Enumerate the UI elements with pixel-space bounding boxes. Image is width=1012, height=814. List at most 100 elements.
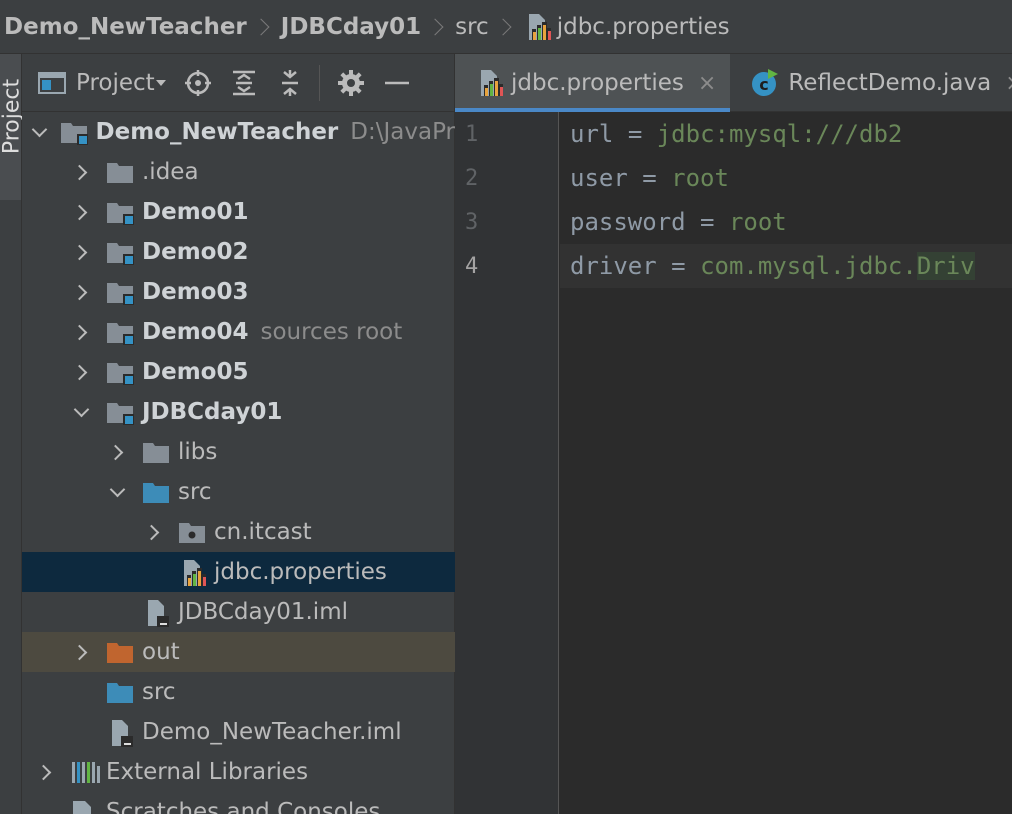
iml-file-icon [142, 599, 170, 627]
breadcrumb-item[interactable]: jdbc.properties [523, 13, 730, 41]
tree-hint: D:\JavaPr [350, 119, 455, 145]
tree-row[interactable]: libs [22, 432, 455, 472]
chevron-down-icon[interactable] [34, 121, 46, 143]
code-area[interactable]: url = jdbc:mysql:///db2 user = root passwo… [560, 112, 1012, 288]
tree-label: JDBCday01 [142, 399, 283, 425]
tree-row[interactable]: JDBCday01.iml [22, 592, 455, 632]
property-separator: = [671, 252, 686, 280]
tree-label: Demo03 [142, 279, 249, 305]
folder-icon [106, 159, 134, 185]
module-folder-icon [106, 359, 134, 385]
tree-label: Demo01 [142, 199, 249, 225]
module-folder-icon [106, 399, 134, 425]
line-number: 4 [465, 253, 479, 279]
tree-row[interactable]: out [22, 632, 455, 672]
tree-row[interactable]: Demo04 sources root [22, 312, 455, 352]
expand-all-icon[interactable] [229, 68, 259, 98]
code-line[interactable]: driver = com.mysql.jdbc. Driv [560, 244, 1012, 288]
tree-row[interactable]: src [22, 672, 455, 712]
close-icon[interactable]: × [698, 71, 716, 96]
tree-row[interactable]: JDBCday01 [22, 392, 455, 432]
chevron-right-icon[interactable] [34, 761, 56, 783]
breadcrumb-label: src [455, 13, 489, 40]
tree-row[interactable]: External Libraries [22, 752, 455, 792]
close-icon[interactable]: × [1005, 71, 1012, 96]
chevron-down-icon[interactable] [70, 401, 92, 423]
tree-row[interactable]: src [22, 472, 455, 512]
minimize-icon[interactable] [382, 68, 412, 98]
breadcrumb-separator-icon [426, 18, 444, 35]
properties-file-icon [178, 559, 206, 586]
source-folder-icon [142, 479, 170, 505]
property-separator: = [700, 208, 715, 236]
gear-icon[interactable] [336, 68, 366, 98]
breadcrumb: Demo_NewTeacher JDBCday01 src jdbc.properti… [0, 0, 1012, 54]
svg-text:c: c [760, 75, 769, 94]
tree-label: .idea [142, 159, 199, 185]
chevron-right-icon[interactable] [70, 281, 92, 303]
breadcrumb-item[interactable]: JDBCday01 [281, 14, 421, 40]
property-value: root [728, 208, 787, 236]
tree-label: Demo_NewTeacher [95, 119, 339, 145]
chevron-down-icon[interactable] [106, 481, 128, 503]
tree-label: out [142, 639, 180, 665]
editor-tab[interactable]: c ReflectDemo.java × [730, 54, 1012, 112]
chevron-right-icon[interactable] [70, 201, 92, 223]
breadcrumb-separator-icon [252, 18, 270, 35]
project-stripe-label: Project [0, 78, 25, 155]
package-icon [178, 519, 206, 545]
tree-hint: sources root [260, 319, 403, 345]
tree-label: Demo04 [142, 319, 249, 345]
chevron-right-icon[interactable] [70, 361, 92, 383]
editor-tab[interactable]: jdbc.properties × [455, 54, 731, 112]
tree-label: src [178, 479, 212, 505]
tree-row[interactable]: Demo05 [22, 352, 455, 392]
breadcrumb-label: JDBCday01 [280, 13, 422, 40]
tree-label: JDBCday01.iml [178, 599, 348, 625]
code-line[interactable]: url = jdbc:mysql:///db2 [560, 112, 1012, 156]
tree-row[interactable]: Demo01 [22, 192, 455, 232]
property-value: root [671, 164, 729, 192]
chevron-right-icon[interactable] [70, 641, 92, 663]
chevron-right-icon[interactable] [106, 441, 128, 463]
tree-row[interactable]: Demo02 [22, 232, 455, 272]
locate-file-icon[interactable] [183, 68, 213, 98]
chevron-right-icon[interactable] [142, 521, 164, 543]
tree-row[interactable]: cn.itcast [22, 512, 455, 552]
tree-row[interactable]: Demo03 [22, 272, 455, 312]
line-number: 1 [465, 121, 479, 147]
chevron-right-icon[interactable] [70, 321, 92, 343]
excluded-folder-icon [106, 639, 134, 665]
property-key: user [570, 164, 628, 192]
toolbar-divider [318, 64, 320, 101]
collapse-all-icon[interactable] [275, 68, 305, 98]
project-view-selector[interactable]: Project [76, 70, 155, 96]
code-line[interactable]: password = root [560, 200, 1012, 244]
tree-row[interactable]: Demo_NewTeacher D:\JavaPr [22, 112, 455, 152]
tree-label: jdbc.properties [214, 559, 387, 585]
tree-row[interactable]: Demo_NewTeacher.iml [22, 712, 455, 752]
chevron-down-icon[interactable] [155, 78, 167, 88]
line-gutter: 1 2 3 4 [455, 112, 559, 814]
module-folder-icon [60, 119, 88, 145]
breadcrumb-item[interactable]: Demo_NewTeacher [4, 14, 247, 40]
chevron-right-icon[interactable] [70, 241, 92, 263]
property-separator: = [627, 120, 643, 148]
tree-row[interactable]: Scratches and Consoles [22, 792, 455, 814]
tree-row[interactable]: .idea [22, 152, 455, 192]
code-line[interactable]: user = root [560, 156, 1012, 200]
property-value-highlight: Driv [916, 252, 975, 280]
tree-label: cn.itcast [214, 519, 312, 545]
module-folder-icon [106, 319, 134, 345]
tree-row[interactable]: jdbc.properties [22, 552, 455, 592]
tree-label: Scratches and Consoles [106, 799, 381, 814]
breadcrumb-item[interactable]: src [455, 14, 489, 40]
module-folder-icon [106, 279, 134, 305]
chevron-right-icon[interactable] [70, 161, 92, 183]
scratches-icon [70, 799, 98, 814]
property-key: url [570, 120, 614, 148]
project-panel: Project Demo_NewTeacher D:\JavaPr .idea Dem… [22, 54, 455, 814]
project-stripe-tab[interactable]: Project [0, 54, 25, 200]
